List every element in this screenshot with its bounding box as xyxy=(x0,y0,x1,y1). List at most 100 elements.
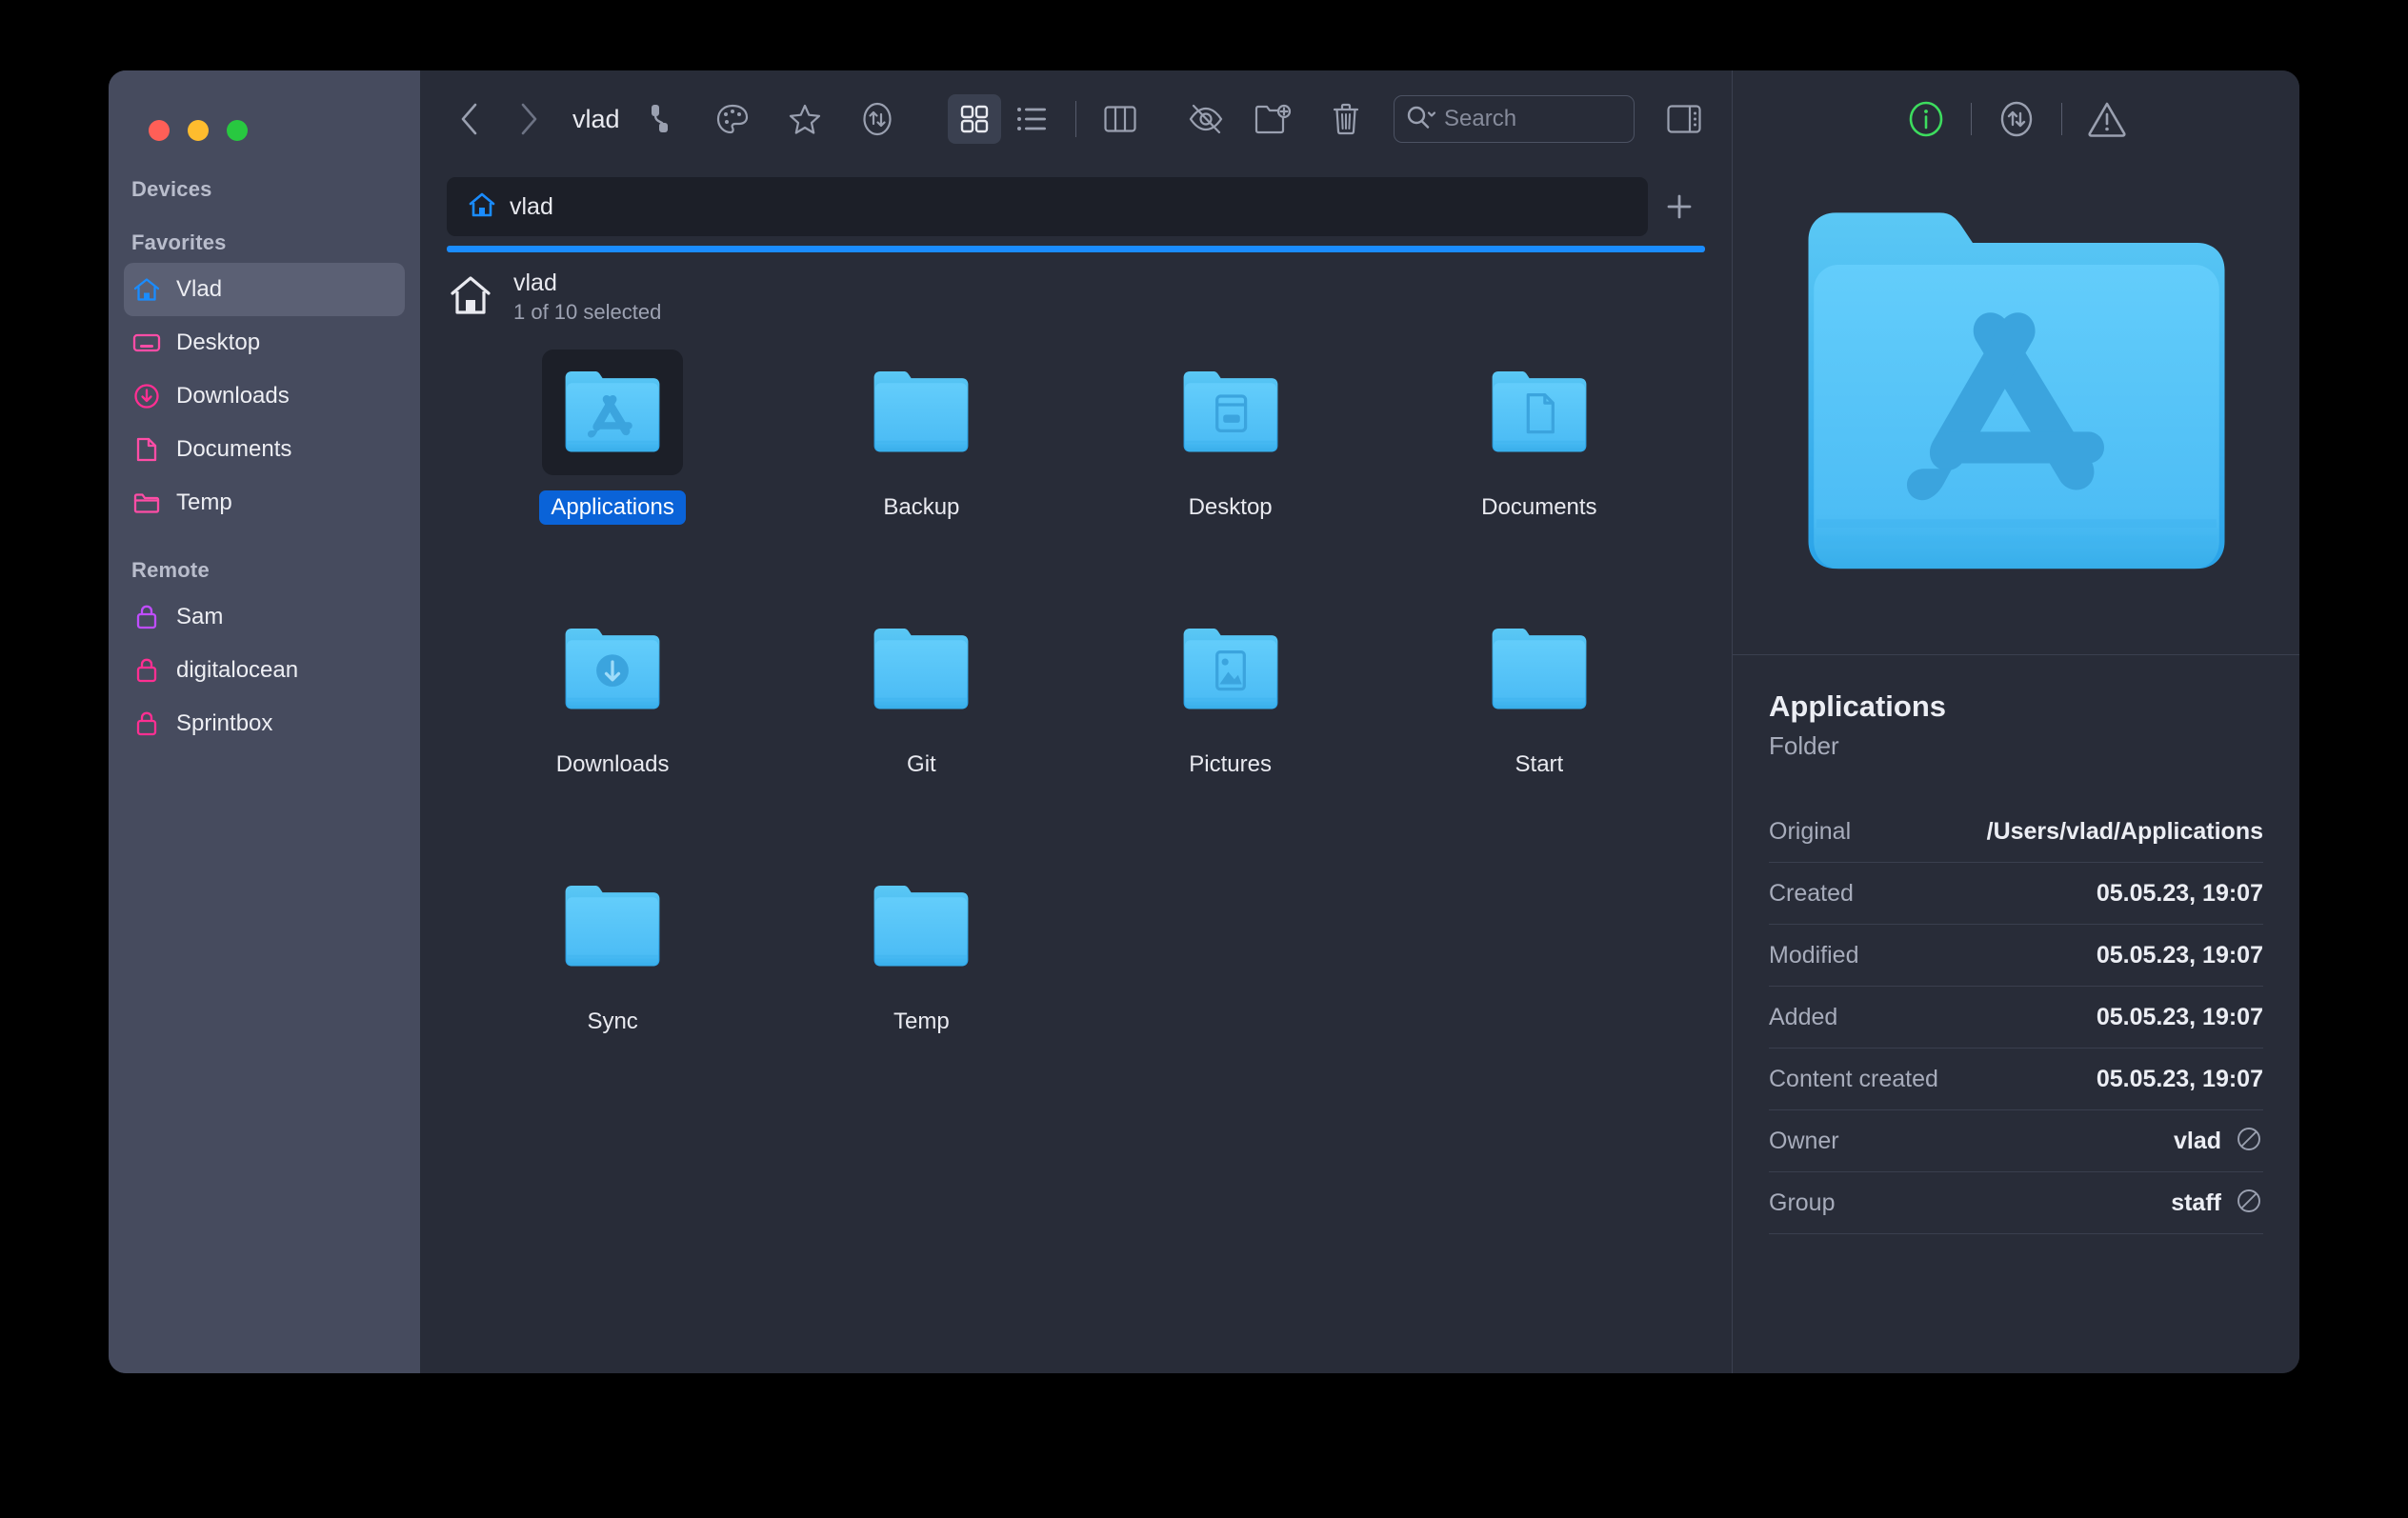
metadata-row: Created 05.05.23, 19:07 xyxy=(1769,863,2263,925)
file-item[interactable]: Git xyxy=(767,607,1075,864)
folder-appstore-icon xyxy=(542,350,684,475)
list-view-icon[interactable] xyxy=(1005,94,1058,144)
lock-icon xyxy=(132,709,161,738)
sidebar-item-label: Sam xyxy=(176,604,224,629)
breadcrumb[interactable]: vlad xyxy=(572,105,620,134)
tab-vlad[interactable]: vlad xyxy=(447,177,1648,236)
folder-desktop-icon xyxy=(1160,350,1301,475)
file-name-label: Pictures xyxy=(1189,751,1272,777)
star-icon[interactable] xyxy=(778,94,832,144)
no-entry-icon[interactable] xyxy=(2235,1187,2263,1220)
file-manager-window: Devices Favorites Vlad Desktop Downloads Docu… xyxy=(109,70,2299,1373)
new-folder-icon[interactable] xyxy=(1247,94,1300,144)
info-divider xyxy=(1970,103,1972,135)
close-button[interactable] xyxy=(149,120,170,141)
sidebar-list: Vlad Desktop Downloads Documents Temp xyxy=(109,263,420,529)
forward-icon[interactable] xyxy=(506,96,552,142)
folder-plain-icon xyxy=(542,864,683,989)
metadata-key: Group xyxy=(1769,1188,1836,1216)
file-name-label: Temp xyxy=(893,1009,950,1034)
sidebar-item-documents[interactable]: Documents xyxy=(124,423,405,476)
sidebar-item-vlad[interactable]: Vlad xyxy=(124,263,405,316)
sidebar-item-sprintbox[interactable]: Sprintbox xyxy=(124,697,405,750)
info-file-name: Applications xyxy=(1769,689,1947,723)
file-name-label: Desktop xyxy=(1188,494,1273,520)
tab-bar: vlad xyxy=(420,168,1732,246)
metadata-row: Original/Users/vlad/Applications xyxy=(1769,801,2263,863)
preview-area xyxy=(1733,168,2299,654)
search-input[interactable]: Search xyxy=(1444,106,1516,132)
file-item[interactable]: Backup xyxy=(767,350,1075,607)
sidebar-list: Sam digitalocean Sprintbox xyxy=(109,590,420,750)
metadata-row: Added 05.05.23, 19:07 xyxy=(1769,987,2263,1049)
info-divider xyxy=(2060,103,2062,135)
warning-triangle-icon[interactable] xyxy=(2079,91,2135,147)
eye-slash-icon[interactable] xyxy=(1179,94,1233,144)
file-item[interactable]: Downloads xyxy=(458,607,767,864)
file-item[interactable]: Desktop xyxy=(1076,350,1385,607)
metadata-value-wrap: 05.05.23, 19:07 xyxy=(2097,942,2263,969)
sidebar: Devices Favorites Vlad Desktop Downloads Docu… xyxy=(109,70,420,1373)
sidebar-item-downloads[interactable]: Downloads xyxy=(124,370,405,423)
column-view-icon[interactable] xyxy=(1094,94,1147,144)
metadata-value: vlad xyxy=(2173,1127,2221,1154)
folder-plain-icon xyxy=(1469,607,1610,732)
file-item[interactable]: Start xyxy=(1385,607,1694,864)
lock-icon xyxy=(132,656,161,685)
sidebar-item-digitalocean[interactable]: digitalocean xyxy=(124,644,405,697)
file-item[interactable]: Temp xyxy=(767,864,1075,1121)
sidebar-item-temp[interactable]: Temp xyxy=(124,476,405,529)
transfer-icon[interactable] xyxy=(1989,91,2044,147)
back-icon[interactable] xyxy=(447,96,492,142)
folder-plain-icon xyxy=(851,350,992,475)
palette-icon[interactable] xyxy=(706,94,759,144)
folder-plain-icon xyxy=(851,864,992,989)
home-icon xyxy=(132,275,161,304)
transfer-icon[interactable] xyxy=(851,94,904,144)
metadata-value: 05.05.23, 19:07 xyxy=(2096,879,2263,907)
metadata-table: Original/Users/vlad/Applications Created 0… xyxy=(1769,801,2263,1234)
sidebar-item-sam[interactable]: Sam xyxy=(124,590,405,644)
search-box[interactable]: Search xyxy=(1394,95,1635,143)
metadata-row: Owner vlad xyxy=(1769,1110,2263,1172)
minimize-button[interactable] xyxy=(188,120,209,141)
no-entry-icon[interactable] xyxy=(2235,1125,2263,1158)
metadata-key: Modified xyxy=(1769,941,1859,969)
file-item[interactable]: Applications xyxy=(458,350,767,607)
sidebar-item-desktop[interactable]: Desktop xyxy=(124,316,405,370)
new-tab-button[interactable] xyxy=(1648,192,1711,221)
preview-icon xyxy=(1797,196,2236,601)
metadata-value-wrap: vlad xyxy=(2174,1125,2263,1158)
file-name-label: Applications xyxy=(539,490,686,525)
info-circle-icon[interactable] xyxy=(1898,91,1954,147)
metadata-value-wrap: 05.05.23, 19:07 xyxy=(2097,1066,2263,1093)
metadata-value: staff xyxy=(2171,1188,2221,1216)
sidebar-item-label: Temp xyxy=(176,489,232,515)
file-item[interactable]: Pictures xyxy=(1076,607,1385,864)
file-name-label: Backup xyxy=(883,494,960,520)
connection-icon[interactable] xyxy=(633,94,687,144)
metadata-key: Content created xyxy=(1769,1065,1938,1092)
path-header: vlad 1 of 10 selected xyxy=(420,252,1732,336)
metadata-value-wrap: 05.05.23, 19:07 xyxy=(2097,1004,2263,1031)
active-tab-indicator xyxy=(447,246,1705,252)
toolbar-divider xyxy=(1075,101,1077,137)
sidebar-item-label: Downloads xyxy=(176,383,290,409)
trash-icon[interactable] xyxy=(1319,94,1373,144)
sidebar-right-icon[interactable] xyxy=(1657,94,1711,144)
main-area: vlad Search vlad vlad 1 of 10 selected A… xyxy=(420,70,1732,1373)
grid-view-icon[interactable] xyxy=(948,94,1002,144)
metadata-value: 05.05.23, 19:07 xyxy=(2096,941,2263,969)
home-icon xyxy=(449,274,492,321)
sidebar-item-label: Vlad xyxy=(176,276,223,302)
zoom-button[interactable] xyxy=(227,120,248,141)
file-item[interactable]: Sync xyxy=(458,864,767,1121)
view-mode-group xyxy=(948,94,1147,144)
path-title: vlad xyxy=(513,270,557,296)
sidebar-section-header: Favorites xyxy=(131,230,227,254)
sidebar-item-label: Sprintbox xyxy=(176,710,273,736)
file-name-label: Downloads xyxy=(555,751,670,777)
metadata-row: Content created 05.05.23, 19:07 xyxy=(1769,1049,2263,1110)
file-item[interactable]: Documents xyxy=(1385,350,1694,607)
sidebar-item-label: Desktop xyxy=(176,330,261,355)
